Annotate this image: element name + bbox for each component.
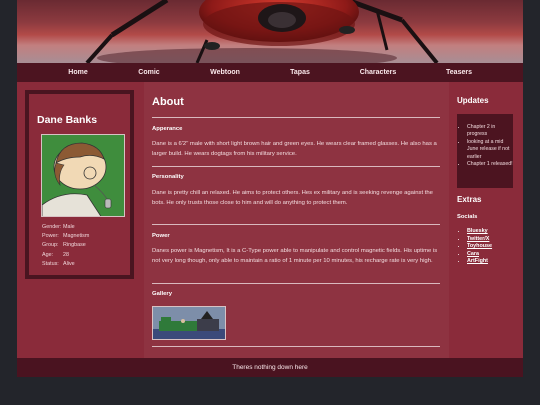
- update-item: Chapter 1 released!: [467, 161, 513, 168]
- stat-key: Group:: [42, 242, 59, 249]
- stat-row: Status: Alive: [42, 260, 89, 269]
- nav-item-teasers[interactable]: Teasers: [446, 63, 472, 82]
- extras-title: Extras: [457, 195, 482, 204]
- social-link-twitter[interactable]: Twitter/X: [467, 236, 489, 242]
- section-heading-gallery: Gallery: [152, 291, 172, 297]
- profile-card-inner: Dane Banks Gender: Male Power: Magnetism…: [29, 94, 130, 275]
- stat-value: Alive: [63, 260, 75, 267]
- stat-key: Power:: [42, 233, 59, 240]
- main-content: About Apperance Dane is a 6'2" male with…: [144, 82, 449, 358]
- social-item: Toyhouse: [467, 243, 492, 251]
- nav-item-comic[interactable]: Comic: [138, 63, 159, 82]
- stat-key: Age:: [42, 251, 54, 258]
- stat-row: Group: Ringbase: [42, 241, 89, 250]
- header-banner: [17, 0, 523, 63]
- social-item: ArtFight: [467, 258, 492, 266]
- robot-banner-art: [85, 0, 439, 63]
- divider: [152, 224, 440, 225]
- page: Home Comic Webtoon Tapas Characters Teas…: [17, 0, 523, 377]
- character-stats: Gender: Male Power: Magnetism Group: Ringba…: [42, 223, 89, 269]
- divider: [152, 346, 440, 347]
- nav-item-home[interactable]: Home: [68, 63, 87, 82]
- stat-row: Power: Magnetism: [42, 232, 89, 241]
- updates-title: Updates: [457, 96, 489, 105]
- social-item: Twitter/X: [467, 236, 492, 244]
- section-text-personality: Dane is pretty chill an relaxed. He aims…: [152, 190, 433, 206]
- section-heading-appearance: Apperance: [152, 126, 183, 132]
- stat-row: Gender: Male: [42, 223, 89, 232]
- stat-value: Male: [63, 224, 75, 230]
- update-item: Chapter 2 in progress: [467, 124, 513, 139]
- social-link-bluesky[interactable]: Bluesky: [467, 228, 488, 234]
- left-sidebar: Dane Banks Gender: Male Power: Magnetism…: [17, 82, 144, 358]
- nav-item-webtoon[interactable]: Webtoon: [210, 63, 240, 82]
- social-link-cara[interactable]: Cara: [467, 251, 479, 257]
- nav-item-characters[interactable]: Characters: [360, 63, 397, 82]
- section-heading-personality: Personality: [152, 174, 184, 180]
- stat-value: Magnetism: [63, 233, 90, 240]
- social-item: Cara: [467, 251, 492, 259]
- character-portrait: [41, 134, 125, 217]
- socials-list: Bluesky Twitter/X Toyhouse Cara ArtFight: [459, 228, 492, 266]
- section-text-appearance: Dane is a 6'2" male with short light bro…: [152, 141, 437, 157]
- main-nav: Home Comic Webtoon Tapas Characters Teas…: [17, 63, 523, 82]
- profile-card: Dane Banks Gender: Male Power: Magnetism…: [25, 90, 134, 279]
- social-link-toyhouse[interactable]: Toyhouse: [467, 243, 492, 249]
- right-sidebar: Updates Chapter 2 in progress looking at…: [449, 82, 523, 358]
- social-link-artfight[interactable]: ArtFight: [467, 258, 488, 264]
- section-heading-power: Power: [152, 233, 170, 239]
- updates-box: Chapter 2 in progress looking at a mid J…: [457, 114, 513, 188]
- socials-label: Socials: [457, 214, 478, 220]
- footer: Theres nothing down here: [17, 358, 523, 377]
- nav-item-tapas[interactable]: Tapas: [290, 63, 310, 82]
- social-item: Bluesky: [467, 228, 492, 236]
- updates-list: Chapter 2 in progress looking at a mid J…: [457, 114, 513, 168]
- page-title: About: [152, 96, 184, 108]
- gallery-thumbnail[interactable]: [152, 306, 226, 340]
- update-item: looking at a mid June release if not ear…: [467, 139, 513, 161]
- divider: [152, 117, 440, 118]
- section-text-power: Danes power is Magnetism, It is a C-Type…: [152, 248, 438, 264]
- stat-key: Status:: [42, 260, 59, 267]
- stat-value: 28: [63, 251, 69, 258]
- stat-value: Ringbase: [63, 242, 86, 249]
- divider: [152, 283, 440, 284]
- divider: [152, 166, 440, 167]
- stat-row: Age: 28: [42, 251, 89, 260]
- stat-key: Gender:: [42, 224, 62, 230]
- character-name: Dane Banks: [37, 114, 98, 126]
